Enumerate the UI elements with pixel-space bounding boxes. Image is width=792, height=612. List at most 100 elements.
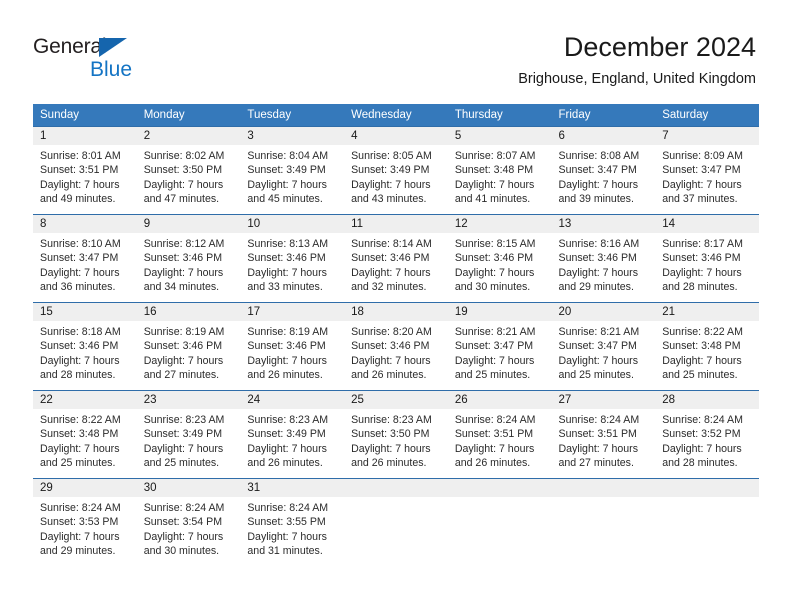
day-number: 29: [33, 479, 137, 497]
calendar-day-cell[interactable]: 26 Sunrise: 8:24 AM Sunset: 3:51 PM Dayl…: [447, 390, 552, 479]
calendar-day-cell[interactable]: 14 Sunrise: 8:17 AM Sunset: 3:46 PM Dayl…: [655, 214, 759, 303]
calendar-day-cell[interactable]: 20 Sunrise: 8:21 AM Sunset: 3:47 PM Dayl…: [551, 302, 656, 391]
daylight-text-line1: Daylight: 7 hours: [351, 178, 431, 191]
day-details: Sunrise: 8:18 AM Sunset: 3:46 PM Dayligh…: [33, 321, 137, 382]
calendar-day-cell[interactable]: 31 Sunrise: 8:24 AM Sunset: 3:55 PM Dayl…: [240, 478, 345, 559]
logo-top-row: General: [33, 36, 173, 60]
calendar-page: General Blue December 2024 Brighouse, En…: [0, 0, 792, 612]
sunset-text: Sunset: 3:46 PM: [351, 252, 430, 265]
day-details: Sunrise: 8:24 AM Sunset: 3:51 PM Dayligh…: [448, 409, 552, 470]
calendar-day-cell[interactable]: 6 Sunrise: 8:08 AM Sunset: 3:47 PM Dayli…: [551, 126, 656, 215]
sunrise-text: Sunrise: 8:08 AM: [558, 150, 640, 162]
calendar-day-cell[interactable]: 3 Sunrise: 8:04 AM Sunset: 3:49 PM Dayli…: [240, 126, 345, 215]
daylight-text-line1: Daylight: 7 hours: [40, 354, 120, 367]
day-details: Sunrise: 8:12 AM Sunset: 3:46 PM Dayligh…: [137, 233, 241, 294]
calendar-day-cell[interactable]: 23 Sunrise: 8:23 AM Sunset: 3:49 PM Dayl…: [136, 390, 241, 479]
daylight-text-line1: Daylight: 7 hours: [143, 442, 224, 455]
daylight-text-line1: Daylight: 7 hours: [454, 442, 535, 455]
calendar-day-cell[interactable]: 8 Sunrise: 8:10 AM Sunset: 3:47 PM Dayli…: [33, 214, 137, 303]
daylight-text-line1: Daylight: 7 hours: [247, 442, 327, 455]
day-details: Sunrise: 8:19 AM Sunset: 3:46 PM Dayligh…: [240, 321, 344, 382]
sunset-text: Sunset: 3:52 PM: [662, 428, 741, 441]
calendar-day-cell[interactable]: 19 Sunrise: 8:21 AM Sunset: 3:47 PM Dayl…: [447, 302, 552, 391]
day-number: 13: [551, 215, 656, 233]
calendar-day-cell[interactable]: 29 Sunrise: 8:24 AM Sunset: 3:53 PM Dayl…: [33, 478, 137, 559]
sunrise-text: Sunrise: 8:24 AM: [143, 502, 225, 514]
calendar-day-cell[interactable]: 7 Sunrise: 8:09 AM Sunset: 3:47 PM Dayli…: [655, 126, 759, 215]
sunset-text: Sunset: 3:48 PM: [40, 428, 119, 441]
calendar-day-cell[interactable]: 25 Sunrise: 8:23 AM Sunset: 3:50 PM Dayl…: [344, 390, 448, 479]
calendar-day-cell[interactable]: 2 Sunrise: 8:02 AM Sunset: 3:50 PM Dayli…: [136, 126, 241, 215]
general-blue-logo[interactable]: General Blue: [33, 36, 173, 82]
day-details: Sunrise: 8:23 AM Sunset: 3:50 PM Dayligh…: [344, 409, 448, 470]
sunset-text: Sunset: 3:51 PM: [40, 164, 119, 177]
day-details: Sunrise: 8:20 AM Sunset: 3:46 PM Dayligh…: [344, 321, 448, 382]
calendar-day-cell-empty: [551, 478, 656, 559]
daylight-text-line1: Daylight: 7 hours: [454, 178, 535, 191]
day-details: Sunrise: 8:02 AM Sunset: 3:50 PM Dayligh…: [137, 145, 241, 206]
day-details: Sunrise: 8:10 AM Sunset: 3:47 PM Dayligh…: [33, 233, 137, 294]
day-number: 9: [136, 215, 241, 233]
daylight-text-line2: and 26 minutes.: [454, 456, 531, 469]
day-details: Sunrise: 8:13 AM Sunset: 3:46 PM Dayligh…: [240, 233, 344, 294]
day-number: 30: [136, 479, 241, 497]
sunset-text: Sunset: 3:46 PM: [143, 340, 223, 353]
daylight-text-line2: and 49 minutes.: [40, 192, 116, 205]
calendar-day-cell[interactable]: 30 Sunrise: 8:24 AM Sunset: 3:54 PM Dayl…: [136, 478, 241, 559]
day-number: 14: [655, 215, 759, 233]
calendar-day-cell[interactable]: 21 Sunrise: 8:22 AM Sunset: 3:48 PM Dayl…: [655, 302, 759, 391]
sunrise-text: Sunrise: 8:02 AM: [143, 150, 225, 162]
calendar-day-cell[interactable]: 9 Sunrise: 8:12 AM Sunset: 3:46 PM Dayli…: [136, 214, 241, 303]
sunset-text: Sunset: 3:48 PM: [454, 164, 534, 177]
sunset-text: Sunset: 3:55 PM: [247, 516, 326, 529]
calendar-day-cell[interactable]: 15 Sunrise: 8:18 AM Sunset: 3:46 PM Dayl…: [33, 302, 137, 391]
calendar-day-cell[interactable]: 13 Sunrise: 8:16 AM Sunset: 3:46 PM Dayl…: [551, 214, 656, 303]
calendar-day-cell[interactable]: 27 Sunrise: 8:24 AM Sunset: 3:51 PM Dayl…: [551, 390, 656, 479]
daylight-text-line1: Daylight: 7 hours: [143, 178, 224, 191]
daylight-text-line2: and 30 minutes.: [143, 544, 220, 557]
daylight-text-line1: Daylight: 7 hours: [351, 442, 431, 455]
sunrise-text: Sunrise: 8:17 AM: [662, 238, 743, 250]
daylight-text-line2: and 45 minutes.: [247, 192, 323, 205]
calendar-day-cell[interactable]: 16 Sunrise: 8:19 AM Sunset: 3:46 PM Dayl…: [136, 302, 241, 391]
sunrise-text: Sunrise: 8:22 AM: [662, 326, 743, 338]
day-details: Sunrise: 8:24 AM Sunset: 3:51 PM Dayligh…: [552, 409, 656, 470]
calendar-day-cell[interactable]: 12 Sunrise: 8:15 AM Sunset: 3:46 PM Dayl…: [447, 214, 552, 303]
calendar-grid: Sunday Monday Tuesday Wednesday Thursday…: [33, 104, 759, 559]
day-number: [551, 479, 656, 497]
day-details: Sunrise: 8:14 AM Sunset: 3:46 PM Dayligh…: [344, 233, 448, 294]
day-number: 19: [447, 303, 552, 321]
daylight-text-line2: and 25 minutes.: [454, 368, 531, 381]
daylight-text-line2: and 29 minutes.: [40, 544, 116, 557]
logo-word-blue: Blue: [90, 58, 133, 81]
calendar-day-cell[interactable]: 28 Sunrise: 8:24 AM Sunset: 3:52 PM Dayl…: [655, 390, 759, 479]
sunrise-text: Sunrise: 8:20 AM: [351, 326, 432, 338]
daylight-text-line2: and 47 minutes.: [143, 192, 220, 205]
daylight-text-line2: and 36 minutes.: [40, 280, 116, 293]
calendar-day-cell[interactable]: 10 Sunrise: 8:13 AM Sunset: 3:46 PM Dayl…: [240, 214, 345, 303]
calendar-day-cell[interactable]: 17 Sunrise: 8:19 AM Sunset: 3:46 PM Dayl…: [240, 302, 345, 391]
daylight-text-line1: Daylight: 7 hours: [143, 266, 224, 279]
calendar-day-cell[interactable]: 22 Sunrise: 8:22 AM Sunset: 3:48 PM Dayl…: [33, 390, 137, 479]
day-details: Sunrise: 8:09 AM Sunset: 3:47 PM Dayligh…: [655, 145, 759, 206]
daylight-text-line1: Daylight: 7 hours: [40, 442, 120, 455]
calendar-day-cell[interactable]: 5 Sunrise: 8:07 AM Sunset: 3:48 PM Dayli…: [447, 126, 552, 215]
day-number: 28: [655, 391, 759, 409]
logo-word-general: General: [33, 35, 107, 58]
sunset-text: Sunset: 3:46 PM: [143, 252, 223, 265]
day-number: [447, 479, 552, 497]
calendar-day-cell[interactable]: 1 Sunrise: 8:01 AM Sunset: 3:51 PM Dayli…: [33, 126, 137, 215]
calendar-day-cell[interactable]: 4 Sunrise: 8:05 AM Sunset: 3:49 PM Dayli…: [344, 126, 448, 215]
calendar-day-cell[interactable]: 24 Sunrise: 8:23 AM Sunset: 3:49 PM Dayl…: [240, 390, 345, 479]
sunset-text: Sunset: 3:48 PM: [662, 340, 741, 353]
daylight-text-line2: and 28 minutes.: [662, 280, 738, 293]
day-number: 23: [136, 391, 241, 409]
weekday-header-monday: Monday: [136, 104, 241, 127]
sunrise-text: Sunrise: 8:14 AM: [351, 238, 432, 250]
calendar-day-cell[interactable]: 11 Sunrise: 8:14 AM Sunset: 3:46 PM Dayl…: [344, 214, 448, 303]
sunset-text: Sunset: 3:46 PM: [558, 252, 637, 265]
sunset-text: Sunset: 3:53 PM: [40, 516, 119, 529]
day-number: 3: [240, 127, 345, 145]
calendar-day-cell[interactable]: 18 Sunrise: 8:20 AM Sunset: 3:46 PM Dayl…: [344, 302, 448, 391]
day-number: 20: [551, 303, 656, 321]
